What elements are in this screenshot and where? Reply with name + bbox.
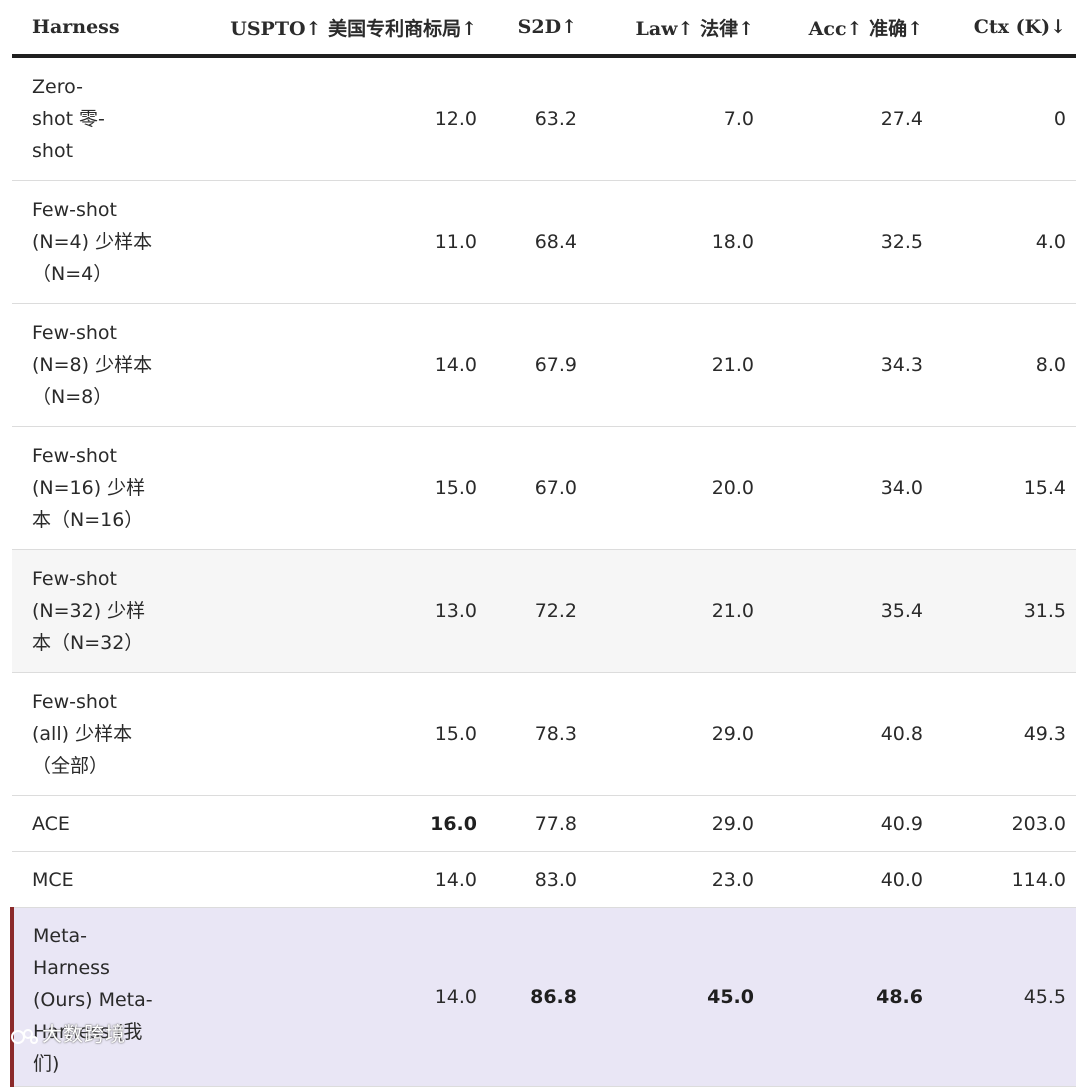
cell-ctx: 49.3 (933, 672, 1076, 796)
header-acc: Acc↑ 准确↑ (764, 0, 933, 58)
cell-law: 23.0 (587, 851, 764, 908)
cell-ctx: 31.5 (933, 549, 1076, 673)
cell-ctx: 4.0 (933, 180, 1076, 304)
table-row: Few-shot (N=32) 少样本（N=32） 13.0 72.2 21.0… (12, 549, 1076, 673)
cell-ctx: 114.0 (933, 851, 1076, 908)
cell-law: 29.0 (587, 672, 764, 796)
table-row: MCE 14.0 83.0 23.0 40.0 114.0 (12, 851, 1076, 908)
cell-acc: 34.3 (764, 303, 933, 427)
cell-acc: 34.0 (764, 426, 933, 550)
cell-s2d: 67.0 (487, 426, 587, 550)
header-ctx: Ctx (K)↓ (933, 0, 1076, 58)
table-row: Few-shot (N=8) 少样本（N=8） 14.0 67.9 21.0 3… (12, 303, 1076, 427)
cell-uspto: 14.0 (162, 907, 487, 1087)
cell-ctx: 45.5 (933, 907, 1076, 1087)
cell-law: 21.0 (587, 549, 764, 673)
table-row: Few-shot (N=4) 少样本（N=4） 11.0 68.4 18.0 3… (12, 180, 1076, 304)
cell-s2d: 77.8 (487, 795, 587, 852)
cell-acc: 32.5 (764, 180, 933, 304)
cell-law: 20.0 (587, 426, 764, 550)
table-row: Few-shot (N=16) 少样本（N=16） 15.0 67.0 20.0… (12, 426, 1076, 550)
cell-acc: 35.4 (764, 549, 933, 673)
table-row: Zero-shot 零-shot 12.0 63.2 7.0 27.4 0 (12, 56, 1076, 181)
row-name: ACE (12, 795, 162, 852)
table-row: Few-shot (all) 少样本（全部） 15.0 78.3 29.0 40… (12, 672, 1076, 796)
watermark-text: 大数跨境 (42, 1022, 126, 1046)
results-table-container: Harness USPTO↑ 美国专利商标局↑ S2D↑ Law↑ 法律↑ Ac… (10, 0, 1076, 1087)
row-name: Few-shot (N=8) 少样本（N=8） (12, 303, 162, 427)
cell-law: 18.0 (587, 180, 764, 304)
cell-law: 7.0 (587, 56, 764, 181)
results-table: Harness USPTO↑ 美国专利商标局↑ S2D↑ Law↑ 法律↑ Ac… (10, 0, 1076, 1087)
header-law: Law↑ 法律↑ (587, 0, 764, 58)
cell-uspto: 14.0 (162, 303, 487, 427)
cell-s2d: 67.9 (487, 303, 587, 427)
cell-uspto: 14.0 (162, 851, 487, 908)
watermark: 大数跨境 (10, 1018, 126, 1047)
table-row-highlighted: Meta-Harness (Ours) Meta-Harness (我们) 14… (10, 907, 1076, 1087)
cell-law: 21.0 (587, 303, 764, 427)
cell-s2d: 72.2 (487, 549, 587, 673)
header-uspto: USPTO↑ 美国专利商标局↑ (162, 0, 487, 58)
cell-uspto: 11.0 (162, 180, 487, 304)
header-s2d: S2D↑ (487, 0, 587, 58)
cell-uspto: 15.0 (162, 426, 487, 550)
cell-s2d: 86.8 (487, 907, 587, 1087)
cell-law: 45.0 (587, 907, 764, 1087)
row-name: Few-shot (N=32) 少样本（N=32） (12, 549, 162, 673)
row-name: Few-shot (N=16) 少样本（N=16） (12, 426, 162, 550)
cell-s2d: 78.3 (487, 672, 587, 796)
cell-ctx: 15.4 (933, 426, 1076, 550)
cell-ctx: 203.0 (933, 795, 1076, 852)
cell-uspto: 15.0 (162, 672, 487, 796)
cell-s2d: 68.4 (487, 180, 587, 304)
cell-uspto: 16.0 (162, 795, 487, 852)
header-harness: Harness (12, 0, 162, 58)
row-name: Meta-Harness (Ours) Meta-Harness (我们) (10, 907, 162, 1087)
cell-acc: 48.6 (764, 907, 933, 1087)
table-body: Zero-shot 零-shot 12.0 63.2 7.0 27.4 0 Fe… (10, 56, 1076, 1087)
table-header: Harness USPTO↑ 美国专利商标局↑ S2D↑ Law↑ 法律↑ Ac… (12, 0, 1076, 58)
cell-acc: 40.0 (764, 851, 933, 908)
row-name: Zero-shot 零-shot (12, 56, 162, 181)
cell-uspto: 13.0 (162, 549, 487, 673)
header-row: Harness USPTO↑ 美国专利商标局↑ S2D↑ Law↑ 法律↑ Ac… (12, 0, 1076, 58)
watermark-logo-icon (11, 1028, 38, 1044)
cell-law: 29.0 (587, 795, 764, 852)
row-name: Few-shot (all) 少样本（全部） (12, 672, 162, 796)
cell-acc: 40.8 (764, 672, 933, 796)
cell-s2d: 63.2 (487, 56, 587, 181)
cell-ctx: 8.0 (933, 303, 1076, 427)
cell-acc: 40.9 (764, 795, 933, 852)
cell-s2d: 83.0 (487, 851, 587, 908)
cell-acc: 27.4 (764, 56, 933, 181)
cell-ctx: 0 (933, 56, 1076, 181)
cell-uspto: 12.0 (162, 56, 487, 181)
row-name: MCE (12, 851, 162, 908)
row-name: Few-shot (N=4) 少样本（N=4） (12, 180, 162, 304)
table-row: ACE 16.0 77.8 29.0 40.9 203.0 (12, 795, 1076, 852)
